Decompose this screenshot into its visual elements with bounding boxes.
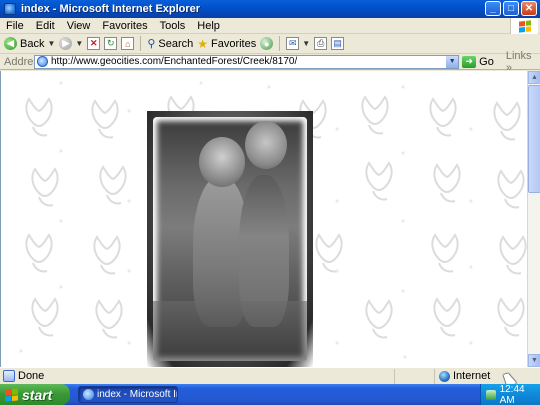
address-bar: Address http://www.geocities.com/Enchant… (0, 50, 540, 74)
chevron-down-icon[interactable]: ▼ (47, 39, 55, 48)
menu-bar: File Edit View Favorites Tools Help (0, 18, 540, 34)
windows-flag-icon (5, 387, 18, 402)
links-label: Links (505, 49, 532, 62)
ie-icon (83, 389, 94, 400)
back-arrow-icon: ◀ (4, 37, 17, 50)
start-button[interactable]: start (0, 384, 70, 405)
child-head-right (245, 121, 287, 169)
home-icon[interactable]: ⌂ (121, 37, 135, 50)
toolbar: ◀ Back ▼ ▶ ▼ ✕ ↻ ⌂ ⚲ Search ★ Favorites … (0, 34, 540, 54)
menu-tools[interactable]: Tools (154, 20, 192, 32)
network-icon[interactable] (486, 389, 496, 400)
address-dropdown-icon[interactable]: ▼ (446, 55, 459, 68)
start-label: start (22, 386, 53, 403)
menu-view[interactable]: View (61, 20, 97, 32)
heart-angel-motif (31, 168, 59, 207)
address-label: Address (4, 55, 45, 68)
back-label: Back (20, 37, 45, 50)
page-done-icon (3, 370, 15, 382)
window-controls: _ □ ✕ (485, 1, 537, 16)
edit-icon[interactable]: ▤ (331, 37, 345, 50)
heart-angel-motif (25, 234, 53, 273)
heart-angel-motif (431, 234, 459, 273)
status-left: Done (0, 368, 395, 384)
ground (153, 301, 307, 361)
windows-logo-icon (510, 18, 538, 34)
taskbar: start index - Microsoft Inte... 12:44 AM (0, 384, 540, 405)
search-icon: ⚲ (147, 38, 156, 50)
refresh-icon[interactable]: ↻ (104, 37, 118, 50)
heart-angel-motif (499, 236, 527, 275)
heart-angel-motif (429, 98, 457, 137)
heart-angel-motif (365, 300, 393, 339)
menu-favorites[interactable]: Favorites (96, 20, 153, 32)
status-text: Done (18, 370, 45, 382)
globe-icon (439, 370, 450, 382)
favorites-label: Favorites (211, 37, 257, 50)
menu-file[interactable]: File (0, 20, 30, 32)
heart-angel-motif (95, 300, 123, 339)
title-bar[interactable]: index - Microsoft Internet Explorer _ □ … (0, 0, 540, 18)
forward-arrow-icon: ▶ (59, 37, 73, 50)
address-url[interactable]: http://www.geocities.com/EnchantedForest… (51, 56, 297, 67)
menu-help[interactable]: Help (191, 20, 226, 32)
minimize-button[interactable]: _ (485, 1, 501, 16)
taskbar-item-label: index - Microsoft Inte... (97, 389, 177, 400)
heart-angel-motif (497, 298, 525, 337)
scroll-down-button[interactable]: ▼ (528, 354, 540, 367)
print-icon[interactable]: ⎙ (314, 37, 328, 50)
page-content (0, 71, 527, 367)
taskbar-item-ie[interactable]: index - Microsoft Inte... (78, 386, 178, 403)
photo-scene (153, 117, 307, 361)
system-tray: 12:44 AM (480, 384, 540, 405)
toolbar-separator (279, 36, 281, 51)
stop-icon[interactable]: ✕ (87, 37, 101, 50)
mail-icon: ✉ (286, 37, 300, 50)
menu-edit[interactable]: Edit (30, 20, 61, 32)
zone-label: Internet (453, 370, 491, 382)
clock[interactable]: 12:44 AM (500, 384, 540, 405)
child-head-left (199, 137, 245, 187)
media-icon[interactable]: ● (260, 37, 274, 50)
heart-angel-motif (433, 298, 461, 337)
vertical-scrollbar[interactable]: ▲ ▼ (527, 71, 540, 367)
heart-angel-motif (433, 164, 461, 203)
ie-icon (4, 3, 16, 15)
page-icon (37, 56, 48, 67)
close-button[interactable]: ✕ (521, 1, 537, 16)
status-bar: Done Internet (0, 367, 540, 384)
mail-button[interactable]: ✉ ▼ (286, 35, 310, 53)
search-button[interactable]: ⚲ Search (147, 35, 193, 53)
status-cell (395, 368, 435, 384)
chevron-down-icon[interactable]: ▼ (75, 39, 83, 48)
go-label: Go (479, 55, 494, 68)
forward-button[interactable]: ▶ ▼ (59, 35, 83, 53)
heart-angel-motif (315, 234, 343, 273)
chevron-down-icon: ▼ (302, 39, 311, 48)
toolbar-separator (140, 36, 142, 51)
favorites-button[interactable]: ★ Favorites (197, 35, 256, 53)
heart-angel-motif (93, 236, 121, 275)
address-input[interactable]: http://www.geocities.com/EnchantedForest… (34, 54, 460, 69)
maximize-button[interactable]: □ (503, 1, 519, 16)
heart-angel-motif (25, 98, 53, 137)
heart-angel-motif (91, 100, 119, 139)
children-photo (147, 111, 313, 367)
scroll-thumb[interactable] (528, 85, 540, 193)
heart-angel-motif (493, 102, 521, 141)
heart-angel-motif (31, 298, 59, 337)
heart-angel-motif (361, 96, 389, 135)
search-label: Search (158, 37, 194, 50)
go-arrow-icon: ➜ (462, 55, 477, 68)
security-zone: Internet (435, 370, 490, 382)
window-title: index - Microsoft Internet Explorer (21, 3, 201, 15)
go-button[interactable]: ➜ Go (462, 55, 494, 68)
links-button[interactable]: Links » (506, 50, 540, 74)
scroll-up-button[interactable]: ▲ (528, 71, 540, 84)
star-icon: ★ (197, 36, 208, 51)
heart-angel-motif (99, 166, 127, 205)
heart-angel-motif (497, 170, 525, 209)
back-button[interactable]: ◀ Back ▼ (4, 35, 55, 53)
heart-angel-motif (365, 162, 393, 201)
